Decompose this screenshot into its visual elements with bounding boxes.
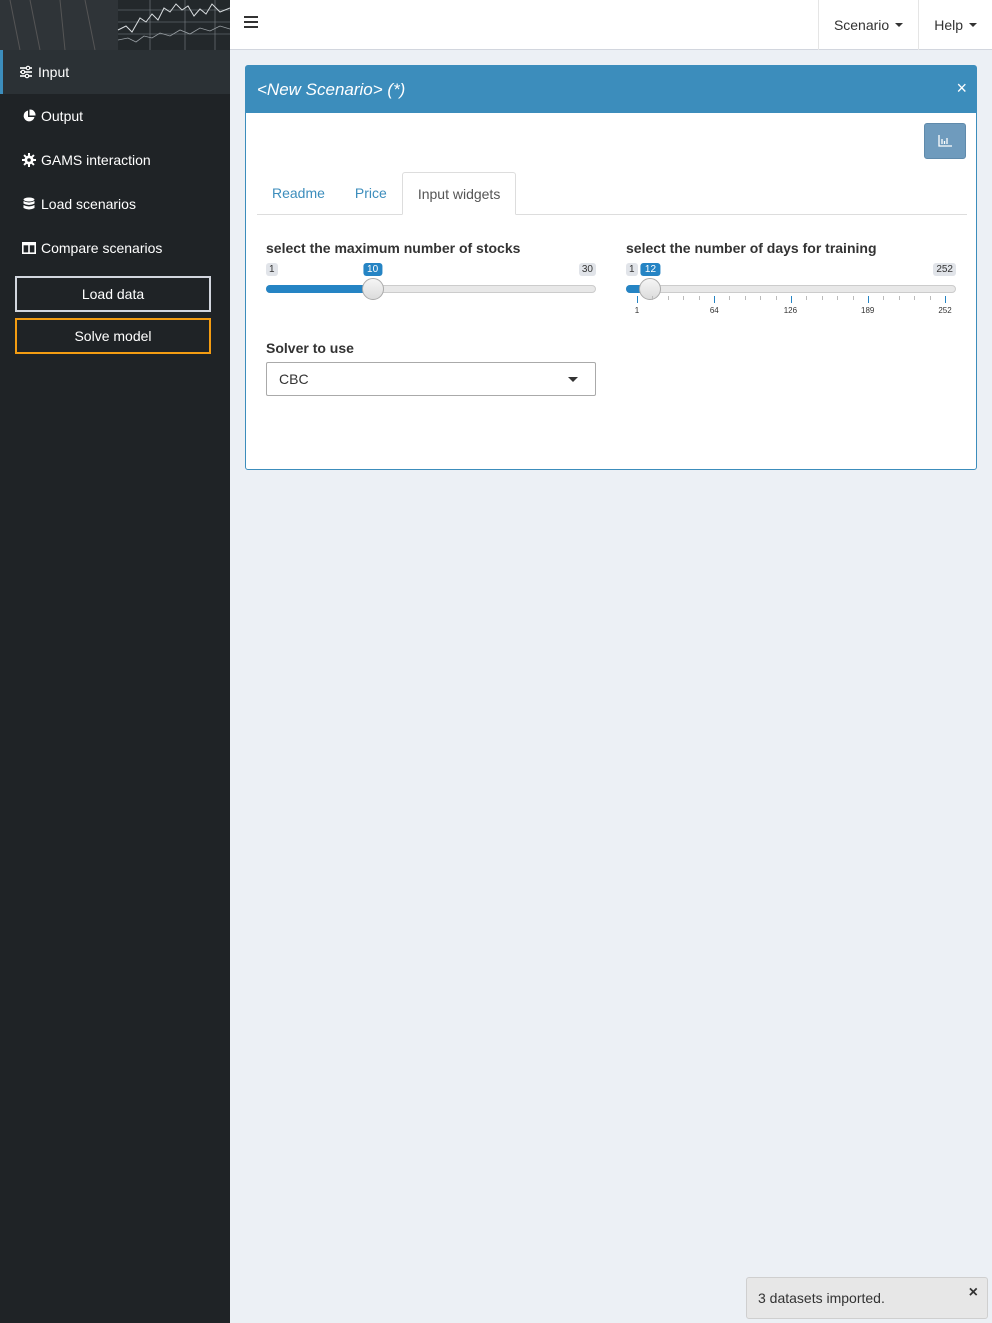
solver-selected-value: CBC: [279, 371, 309, 387]
stock-chart-logo-image: [0, 0, 230, 50]
close-scenario-button[interactable]: ×: [956, 79, 967, 97]
slider-minor-tick: [806, 296, 808, 300]
slider-minor-tick: [729, 296, 731, 300]
solver-label: Solver to use: [266, 340, 354, 356]
slider-tick-label: 189: [861, 306, 875, 315]
slider-tick-label: 252: [938, 306, 952, 315]
slider-handle[interactable]: [361, 278, 384, 300]
gear-icon: [21, 152, 37, 168]
slider-major-tick: [637, 296, 638, 303]
scenario-box-header: <New Scenario> (*) ×: [246, 66, 976, 113]
slider-min-label: 1: [266, 263, 278, 276]
close-notification-button[interactable]: ×: [969, 1278, 978, 1308]
sidebar-item-output[interactable]: Output: [0, 94, 230, 138]
tab-price[interactable]: Price: [340, 172, 402, 214]
slider-minor-tick: [883, 296, 885, 300]
sidebar-item-label: Load scenarios: [41, 196, 136, 212]
top-navbar: Scenario Help: [230, 0, 992, 50]
input-tabs: Readme Price Input widgets: [257, 172, 967, 215]
days-slider-label: select the number of days for training: [626, 240, 877, 256]
scenario-menu[interactable]: Scenario: [817, 0, 918, 50]
sidebar-item-label: GAMS interaction: [41, 152, 151, 168]
sidebar: Input Output GAMS interaction Load scena…: [0, 0, 230, 1323]
slider-minor-tick: [775, 296, 777, 300]
slider-minor-tick: [667, 296, 669, 300]
database-icon: [21, 196, 37, 212]
dropdown-arrow-icon: [568, 377, 578, 382]
app-logo: [0, 0, 230, 50]
slider-value-label: 10: [363, 263, 383, 276]
sidebar-item-label: Input: [38, 64, 70, 80]
notification-text: 3 datasets imported.: [758, 1290, 885, 1306]
slider-major-tick: [945, 296, 946, 303]
slider-fill: [266, 285, 373, 293]
tab-input-widgets[interactable]: Input widgets: [401, 172, 517, 215]
slider-value-label: 12: [640, 263, 661, 276]
hamburger-menu-icon[interactable]: [244, 16, 258, 30]
slider-tick-label: 64: [709, 306, 719, 315]
chart-view-button[interactable]: [924, 123, 966, 159]
caret-down-icon: [895, 23, 904, 27]
sidebar-item-compare-scenarios[interactable]: Compare scenarios: [0, 226, 230, 270]
sidebar-item-load-scenarios[interactable]: Load scenarios: [0, 182, 230, 226]
slider-max-label: 252: [933, 263, 956, 276]
solver-select[interactable]: CBC: [266, 362, 596, 396]
scenario-title: <New Scenario> (*): [257, 79, 406, 99]
slider-min-label: 1: [626, 263, 638, 276]
max-stocks-slider[interactable]: 1 30 10: [266, 263, 596, 323]
slider-major-tick: [868, 296, 869, 303]
help-menu-label: Help: [934, 17, 963, 33]
training-days-slider[interactable]: 1 252 12 1 64 126 189 252: [626, 263, 956, 323]
stocks-slider-label: select the maximum number of stocks: [266, 240, 521, 256]
sliders-icon: [18, 64, 34, 80]
slider-track[interactable]: [626, 285, 956, 293]
slider-handle[interactable]: [639, 278, 662, 300]
slider-major-tick: [714, 296, 715, 303]
caret-down-icon: [969, 23, 977, 27]
scenario-menu-label: Scenario: [833, 17, 890, 33]
slider-minor-tick: [652, 296, 654, 300]
bar-chart-icon: [938, 135, 952, 147]
top-menu: Scenario Help: [817, 0, 992, 50]
sidebar-item-label: Compare scenarios: [41, 240, 163, 256]
slider-minor-tick: [929, 296, 931, 300]
slider-minor-tick: [698, 296, 700, 300]
slider-max-label: 30: [578, 263, 596, 276]
sidebar-item-label: Output: [41, 108, 84, 124]
slider-minor-tick: [852, 296, 854, 300]
tab-readme[interactable]: Readme: [257, 172, 340, 214]
slider-minor-tick: [760, 296, 762, 300]
notification-toast: 3 datasets imported. ×: [746, 1277, 988, 1319]
slider-tick-label: 126: [783, 306, 798, 315]
help-menu[interactable]: Help: [918, 0, 992, 50]
slider-minor-tick: [744, 296, 746, 300]
scenario-box: <New Scenario> (*) × Readme Price Input …: [245, 65, 977, 470]
slider-minor-tick: [821, 296, 823, 300]
slider-minor-tick: [898, 296, 900, 300]
slider-minor-tick: [837, 296, 839, 300]
slider-minor-tick: [914, 296, 916, 300]
slider-tick-label: 1: [634, 306, 640, 315]
pie-chart-icon: [21, 108, 37, 124]
sidebar-item-input[interactable]: Input: [0, 50, 230, 94]
load-data-button[interactable]: Load data: [15, 276, 211, 312]
slider-minor-tick: [683, 296, 685, 300]
columns-icon: [21, 240, 37, 256]
slider-major-tick: [791, 296, 792, 303]
sidebar-item-gams-interaction[interactable]: GAMS interaction: [0, 138, 230, 182]
solve-model-button[interactable]: Solve model: [15, 318, 211, 354]
